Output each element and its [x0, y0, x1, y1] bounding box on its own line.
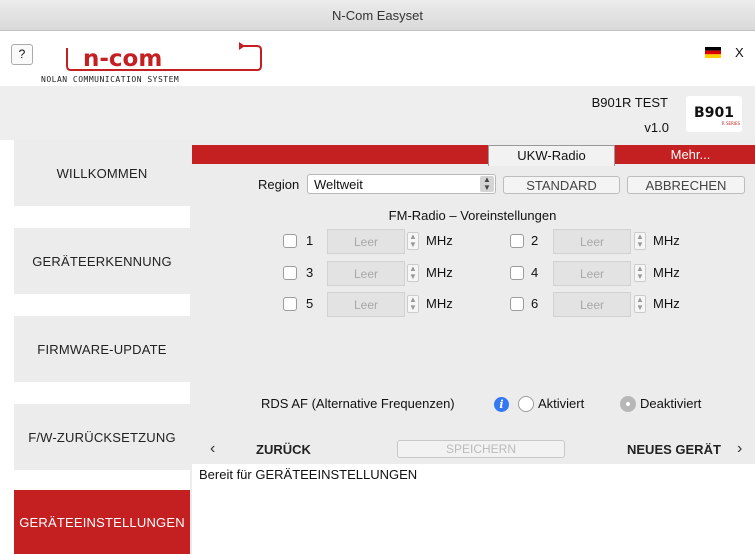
preset-freq-3[interactable]: Leer — [327, 261, 405, 286]
preset-freq-1[interactable]: Leer — [327, 229, 405, 254]
preset-number-5: 5 — [306, 296, 314, 311]
preset-number-4: 4 — [531, 265, 539, 280]
new-device-button[interactable]: NEUES GERÄT — [627, 442, 721, 457]
preset-number-1: 1 — [306, 233, 314, 248]
sidebar-item-willkommen[interactable]: WILLKOMMEN — [14, 140, 190, 206]
preset-checkbox-6[interactable] — [510, 297, 524, 311]
region-select[interactable]: Weltweit ▲ ▼ — [307, 174, 496, 194]
status-text: Bereit für GERÄTEEINSTELLUNGEN — [199, 467, 418, 482]
window-titlebar: N-Com Easyset — [0, 0, 755, 31]
sidebar-item-geraeteeinstellungen[interactable]: GERÄTEEINSTELLUNGEN — [14, 490, 190, 554]
close-button[interactable]: X — [735, 45, 744, 60]
tab-ukw-radio[interactable]: UKW-Radio — [488, 145, 615, 166]
back-chevron-icon[interactable]: ‹ — [210, 440, 215, 458]
status-area: Bereit für GERÄTEEINSTELLUNGEN — [192, 464, 755, 554]
info-icon[interactable]: i — [494, 397, 509, 412]
preset-unit-4: MHz — [653, 265, 680, 280]
presets-title: FM-Radio – Voreinstellungen — [388, 208, 557, 223]
logo-text: n-com — [83, 46, 162, 72]
device-name: B901R TEST — [591, 95, 668, 110]
preset-stepper-5[interactable]: ▲ ▼ — [407, 295, 419, 313]
preset-stepper-3[interactable]: ▲ ▼ — [407, 264, 419, 282]
region-label: Region — [258, 177, 300, 192]
preset-stepper-2[interactable]: ▲ ▼ — [634, 232, 646, 250]
sidebar-item-geraeteerkennung[interactable]: GERÄTEERKENNUNG — [14, 228, 190, 294]
preset-freq-4[interactable]: Leer — [553, 261, 631, 286]
preset-checkbox-1[interactable] — [283, 234, 297, 248]
rds-radio-on[interactable] — [518, 396, 534, 412]
device-version: v1.0 — [644, 120, 669, 135]
preset-number-2: 2 — [531, 233, 539, 248]
preset-checkbox-5[interactable] — [283, 297, 297, 311]
preset-unit-2: MHz — [653, 233, 680, 248]
svg-text:R SERIES: R SERIES — [722, 121, 741, 126]
preset-unit-1: MHz — [426, 233, 453, 248]
preset-freq-2[interactable]: Leer — [553, 229, 631, 254]
preset-unit-6: MHz — [653, 296, 680, 311]
select-arrows-icon: ▲ ▼ — [480, 176, 494, 192]
preset-stepper-1[interactable]: ▲ ▼ — [407, 232, 419, 250]
preset-freq-5[interactable]: Leer — [327, 292, 405, 317]
preset-freq-6[interactable]: Leer — [553, 292, 631, 317]
logo-tagline: NOLAN COMMUNICATION SYSTEM — [41, 75, 179, 84]
region-value: Weltweit — [314, 177, 363, 192]
ncom-logo: n-com NOLAN COMMUNICATION SYSTEM — [41, 42, 262, 84]
preset-stepper-4[interactable]: ▲ ▼ — [634, 264, 646, 282]
preset-unit-5: MHz — [426, 296, 453, 311]
german-flag-icon[interactable] — [705, 47, 721, 58]
cancel-button[interactable]: ABBRECHEN — [627, 176, 745, 194]
preset-unit-3: MHz — [426, 265, 453, 280]
rds-radio-off[interactable] — [620, 396, 636, 412]
back-button[interactable]: ZURÜCK — [256, 442, 311, 457]
standard-button[interactable]: STANDARD — [503, 176, 620, 194]
preset-number-6: 6 — [531, 296, 539, 311]
tab-mehr[interactable]: Mehr... — [626, 145, 755, 164]
sidebar-item-fw-zuruecksetzung[interactable]: F/W-ZURÜCKSETZUNG — [14, 404, 190, 470]
save-button[interactable]: SPEICHERN — [397, 440, 565, 458]
rds-label: RDS AF (Alternative Frequenzen) — [261, 396, 455, 411]
rds-option-on[interactable]: Aktiviert — [538, 396, 584, 411]
preset-number-3: 3 — [306, 265, 314, 280]
sidebar-item-firmware-update[interactable]: FIRMWARE-UPDATE — [14, 316, 190, 382]
preset-checkbox-2[interactable] — [510, 234, 524, 248]
rds-option-off[interactable]: Deaktiviert — [640, 396, 701, 411]
preset-stepper-6[interactable]: ▲ ▼ — [634, 295, 646, 313]
preset-checkbox-4[interactable] — [510, 266, 524, 280]
next-chevron-icon[interactable]: › — [737, 440, 742, 458]
preset-checkbox-3[interactable] — [283, 266, 297, 280]
window-title: N-Com Easyset — [331, 8, 424, 23]
device-badge-icon: B901 R SERIES — [686, 96, 742, 132]
svg-text:B901: B901 — [694, 105, 734, 121]
